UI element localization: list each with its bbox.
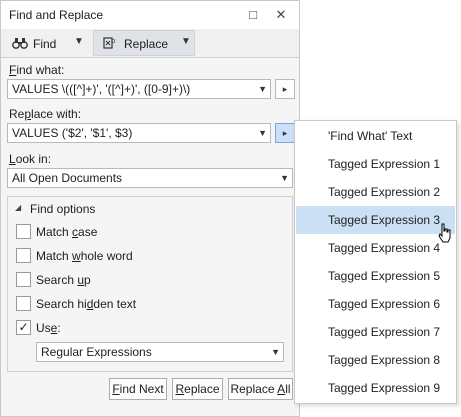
- binoculars-icon: [12, 38, 28, 49]
- tab-replace-label: Replace: [124, 37, 169, 51]
- find-options-header[interactable]: Find options: [30, 202, 95, 216]
- menu-item-find-what-text[interactable]: 'Find What' Text: [296, 122, 455, 150]
- use-checkbox[interactable]: ✓: [16, 320, 31, 335]
- menu-item-tagged-expression-2[interactable]: Tagged Expression 2: [296, 178, 455, 206]
- menu-item-tagged-expression-9[interactable]: Tagged Expression 9: [296, 374, 455, 402]
- replace-icon: b: [103, 37, 116, 49]
- replace-with-expression-button[interactable]: ▸: [275, 123, 295, 143]
- chevron-down-icon[interactable]: ▼: [271, 343, 280, 361]
- menu-item-tagged-expression-1[interactable]: Tagged Expression 1: [296, 150, 455, 178]
- look-in-label: Look in:: [9, 152, 52, 166]
- find-what-expression-button[interactable]: ▸: [275, 79, 295, 99]
- menu-item-tagged-expression-4[interactable]: Tagged Expression 4: [296, 234, 455, 262]
- find-replace-panel: Find and Replace □ ✕ Find ▼ b Replace ▼: [0, 0, 300, 417]
- menu-item-tagged-expression-3[interactable]: Tagged Expression 3: [296, 206, 455, 234]
- search-hidden-text-checkbox[interactable]: [16, 296, 31, 311]
- find-next-button[interactable]: Find Next: [109, 378, 167, 400]
- restore-icon[interactable]: □: [243, 5, 263, 25]
- tab-find[interactable]: Find ▼: [5, 30, 87, 56]
- search-up-checkbox[interactable]: [16, 272, 31, 287]
- chevron-down-icon[interactable]: ▼: [280, 169, 289, 187]
- menu-item-tagged-expression-5[interactable]: Tagged Expression 5: [296, 262, 455, 290]
- menu-item-tagged-expression-8[interactable]: Tagged Expression 8: [296, 346, 455, 374]
- chevron-down-icon[interactable]: ▼: [181, 36, 191, 47]
- look-in-select[interactable]: All Open Documents ▼: [7, 168, 293, 188]
- menu-item-tagged-expression-7[interactable]: Tagged Expression 7: [296, 318, 455, 346]
- find-options-group: ◢ Find options Match case Match whole wo…: [7, 196, 293, 372]
- match-whole-word-checkbox[interactable]: [16, 248, 31, 263]
- replace-all-button[interactable]: Replace All: [228, 378, 293, 400]
- replace-with-label: Replace with:: [9, 107, 82, 121]
- match-case-checkbox[interactable]: [16, 224, 31, 239]
- title-bar: Find and Replace □ ✕: [1, 1, 299, 30]
- hand-cursor-icon: [438, 223, 451, 243]
- toolbar: Find ▼ b Replace ▼: [1, 29, 299, 58]
- replace-button[interactable]: Replace: [172, 378, 223, 400]
- collapse-icon[interactable]: ◢: [15, 203, 21, 212]
- use-type-select[interactable]: Regular Expressions ▼: [36, 342, 284, 362]
- chevron-down-icon[interactable]: ▼: [258, 124, 267, 142]
- find-what-label: Find what:: [9, 63, 65, 77]
- find-what-input[interactable]: VALUES \(([^]+)', '([^]+)', ([0-9]+)\) ▼: [7, 79, 271, 99]
- chevron-down-icon[interactable]: ▼: [74, 36, 84, 47]
- svg-text:b: b: [111, 37, 116, 45]
- expression-popup-menu: 'Find What' Text Tagged Expression 1 Tag…: [294, 120, 457, 404]
- tab-replace[interactable]: b Replace ▼: [93, 30, 195, 56]
- window-title: Find and Replace: [9, 8, 104, 22]
- chevron-down-icon[interactable]: ▼: [258, 80, 267, 98]
- menu-item-tagged-expression-6[interactable]: Tagged Expression 6: [296, 290, 455, 318]
- close-icon[interactable]: ✕: [271, 5, 291, 25]
- replace-with-input[interactable]: VALUES ('$2', '$1', $3) ▼: [7, 123, 271, 143]
- tab-find-label: Find: [33, 37, 57, 51]
